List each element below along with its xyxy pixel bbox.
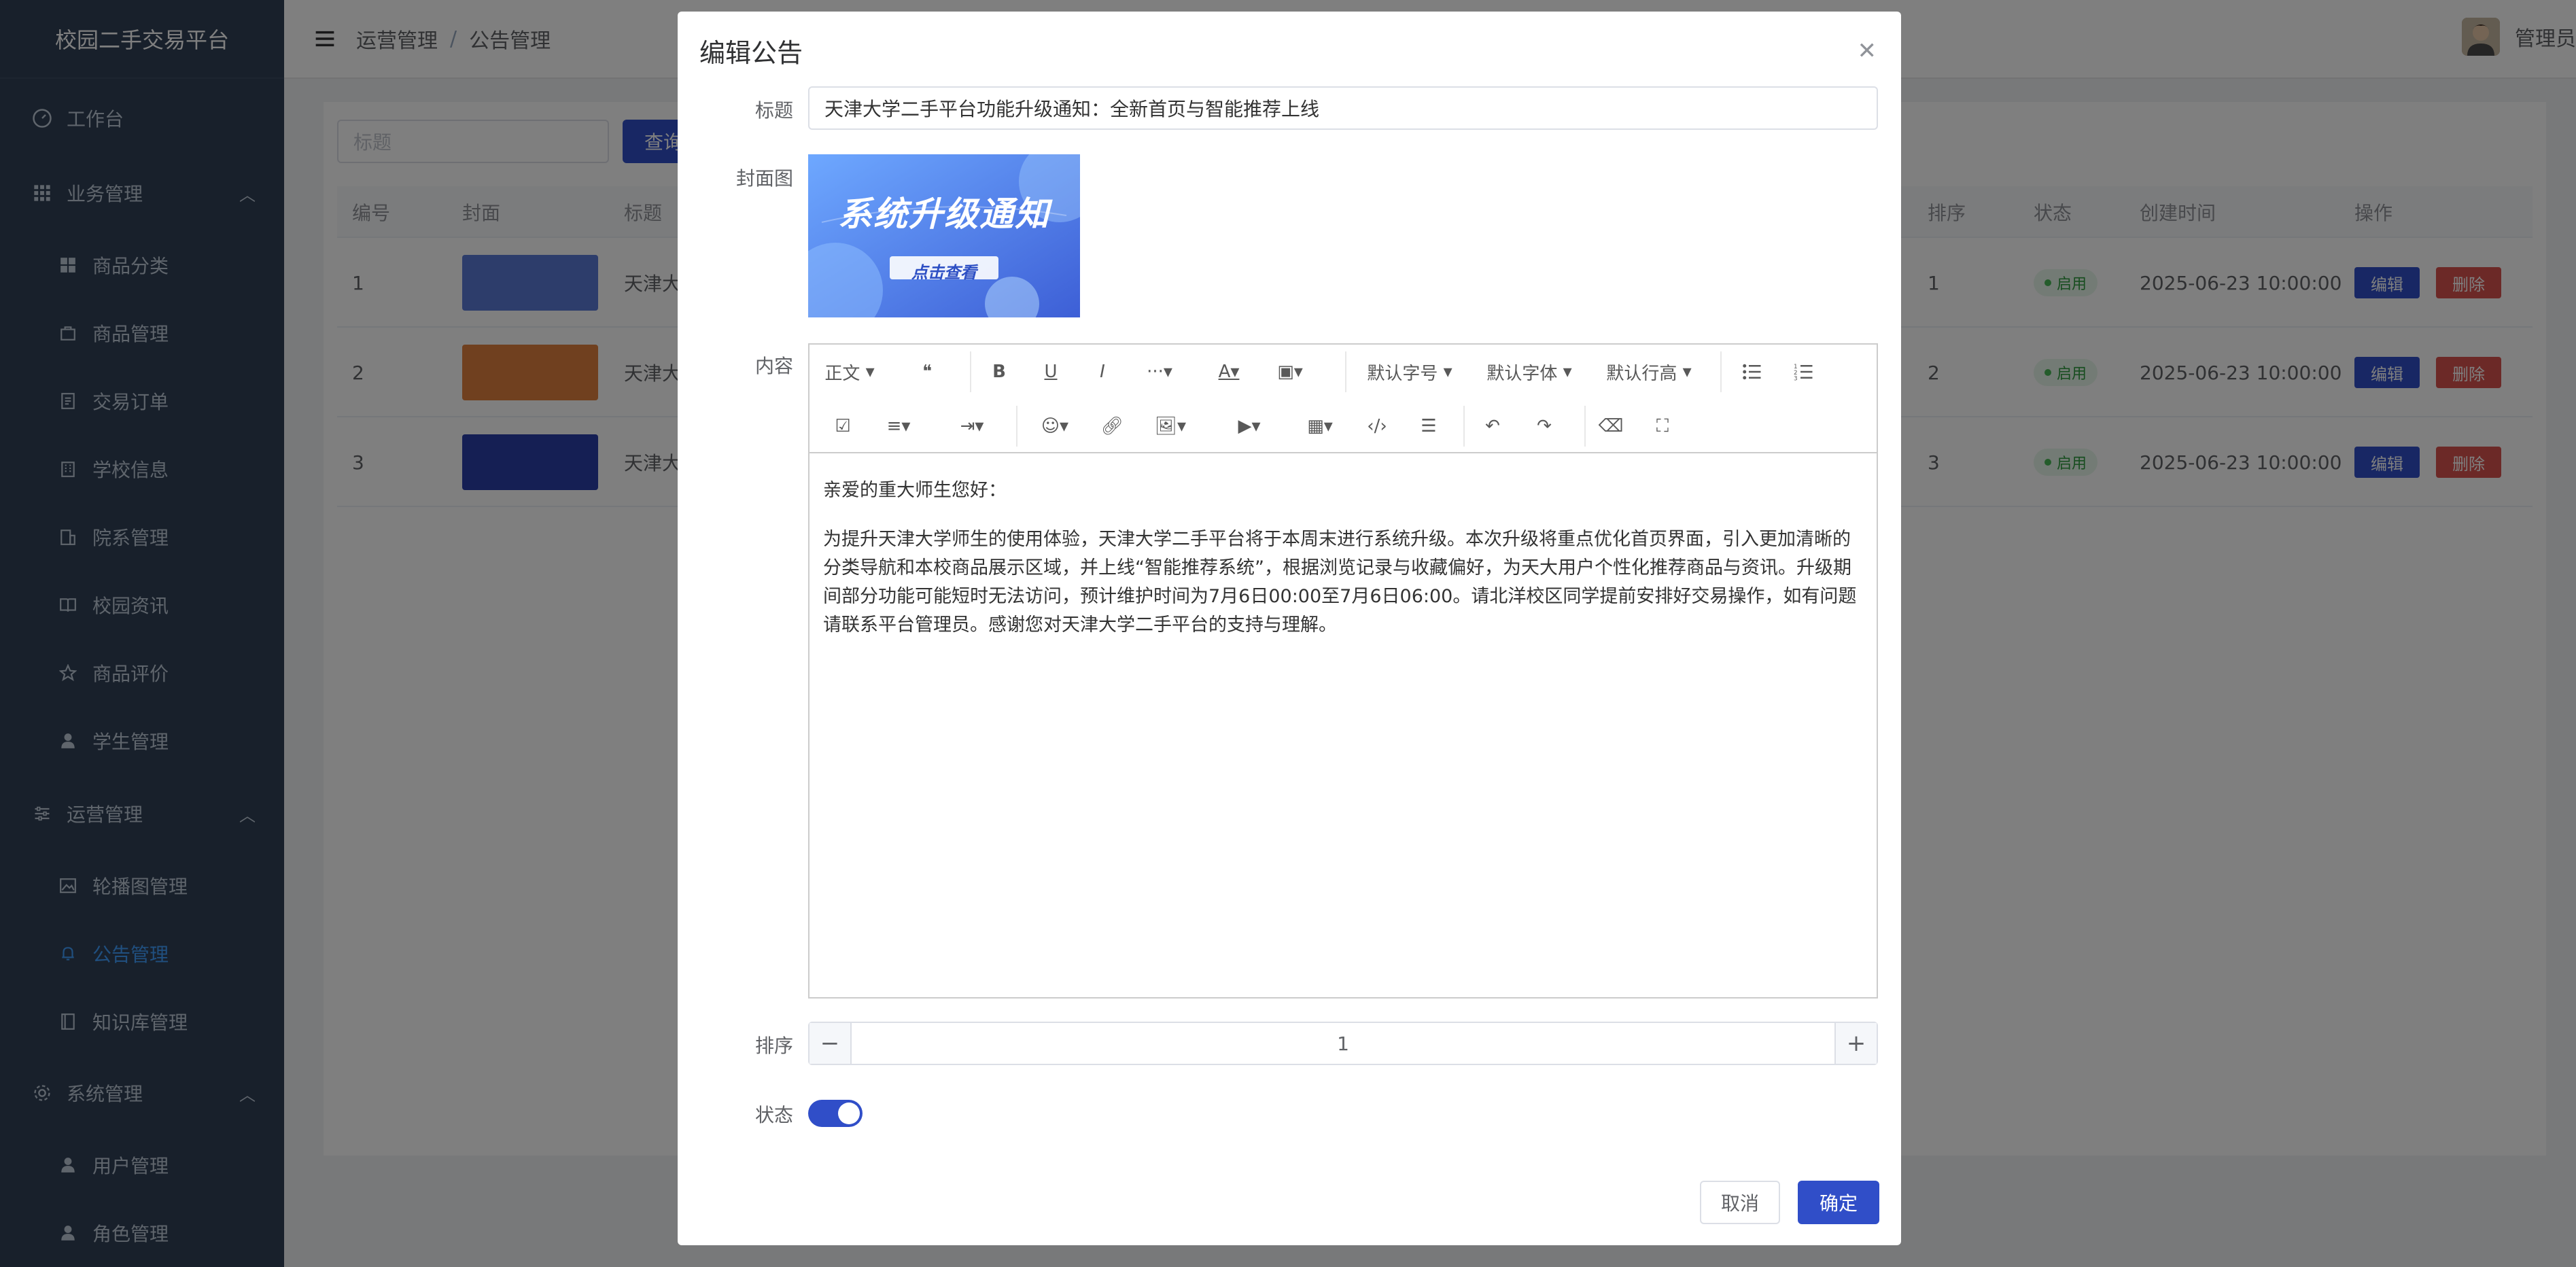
- redo-icon[interactable]: ↷: [1527, 406, 1561, 447]
- editor-toolbar: 正文 ▾ ❝ B U I ···▾ A▾ ▣▾ 默认字号 ▾ 默认字体 ▾ 默认…: [810, 345, 1877, 453]
- undo-icon[interactable]: ↶: [1476, 406, 1510, 447]
- svg-text:3: 3: [1794, 376, 1798, 381]
- cover-image[interactable]: 系统升级通知 点击查看: [808, 154, 1080, 317]
- label-content: 内容: [754, 355, 793, 377]
- label-title: 标题: [754, 99, 793, 122]
- cover-cta: 点击查看: [911, 263, 977, 282]
- rich-text-editor: 正文 ▾ ❝ B U I ···▾ A▾ ▣▾ 默认字号 ▾ 默认字体 ▾ 默认…: [808, 343, 1878, 999]
- italic-icon[interactable]: I: [1085, 351, 1119, 392]
- cancel-button[interactable]: 取消: [1700, 1181, 1780, 1224]
- emoji-icon[interactable]: ☺▾: [1031, 406, 1079, 447]
- numbered-list-icon[interactable]: 123: [1787, 351, 1821, 392]
- line-height-select[interactable]: 默认行高 ▾: [1598, 351, 1700, 392]
- content-body: 为提升天津大学师生的使用体验，天津大学二手平台将于本周末进行系统升级。本次升级将…: [823, 529, 1857, 636]
- status-toggle[interactable]: [808, 1100, 863, 1127]
- image-icon[interactable]: 🖼︎▾: [1147, 406, 1194, 447]
- cover-headline: 系统升级通知: [838, 194, 1050, 234]
- increment-button[interactable]: +: [1834, 1023, 1877, 1064]
- label-sort: 排序: [754, 1035, 793, 1057]
- font-family-select[interactable]: 默认字体 ▾: [1478, 351, 1580, 392]
- close-icon[interactable]: ✕: [1858, 37, 1877, 65]
- align-icon[interactable]: ≡▾: [875, 406, 922, 447]
- editor-content[interactable]: 亲爱的重大师生您好： 为提升天津大学师生的使用体验，天津大学二手平台将于本周末进…: [823, 476, 1863, 660]
- sort-input[interactable]: 1: [852, 1023, 1834, 1064]
- bold-icon[interactable]: B: [982, 351, 1016, 392]
- indent-icon[interactable]: ⇥▾: [948, 406, 996, 447]
- todo-icon[interactable]: ☑: [826, 406, 860, 447]
- paragraph-select[interactable]: 正文 ▾: [819, 351, 880, 392]
- more-icon[interactable]: ···▾: [1136, 351, 1183, 392]
- font-size-select[interactable]: 默认字号 ▾: [1359, 351, 1461, 392]
- label-cover: 封面图: [735, 167, 793, 190]
- quote-icon[interactable]: ❝: [910, 351, 944, 392]
- fullscreen-icon[interactable]: ⛶: [1646, 406, 1679, 447]
- label-status: 状态: [754, 1104, 793, 1126]
- background-color-icon[interactable]: ▣▾: [1266, 351, 1314, 392]
- sort-stepper: − 1 +: [808, 1022, 1878, 1065]
- title-field[interactable]: 天津大学二手平台功能升级通知：全新首页与智能推荐上线: [808, 86, 1878, 130]
- clear-format-icon[interactable]: ⌫: [1594, 406, 1628, 447]
- table-icon[interactable]: ▦▾: [1296, 406, 1344, 447]
- edit-notice-dialog: 编辑公告 ✕ 标题 天津大学二手平台功能升级通知：全新首页与智能推荐上线 封面图…: [678, 12, 1901, 1245]
- link-icon[interactable]: 🔗︎: [1095, 406, 1129, 447]
- underline-icon[interactable]: U: [1034, 351, 1068, 392]
- content-greeting: 亲爱的重大师生您好：: [823, 480, 1007, 501]
- font-color-icon[interactable]: A▾: [1205, 351, 1253, 392]
- bullet-list-icon[interactable]: [1735, 351, 1769, 392]
- video-icon[interactable]: ▶▾: [1225, 406, 1273, 447]
- divider-icon[interactable]: ☰: [1412, 406, 1446, 447]
- dialog-title: 编辑公告: [699, 38, 803, 68]
- code-icon[interactable]: ‹/›: [1360, 406, 1394, 447]
- decrement-button[interactable]: −: [810, 1023, 852, 1064]
- confirm-button[interactable]: 确定: [1798, 1181, 1879, 1224]
